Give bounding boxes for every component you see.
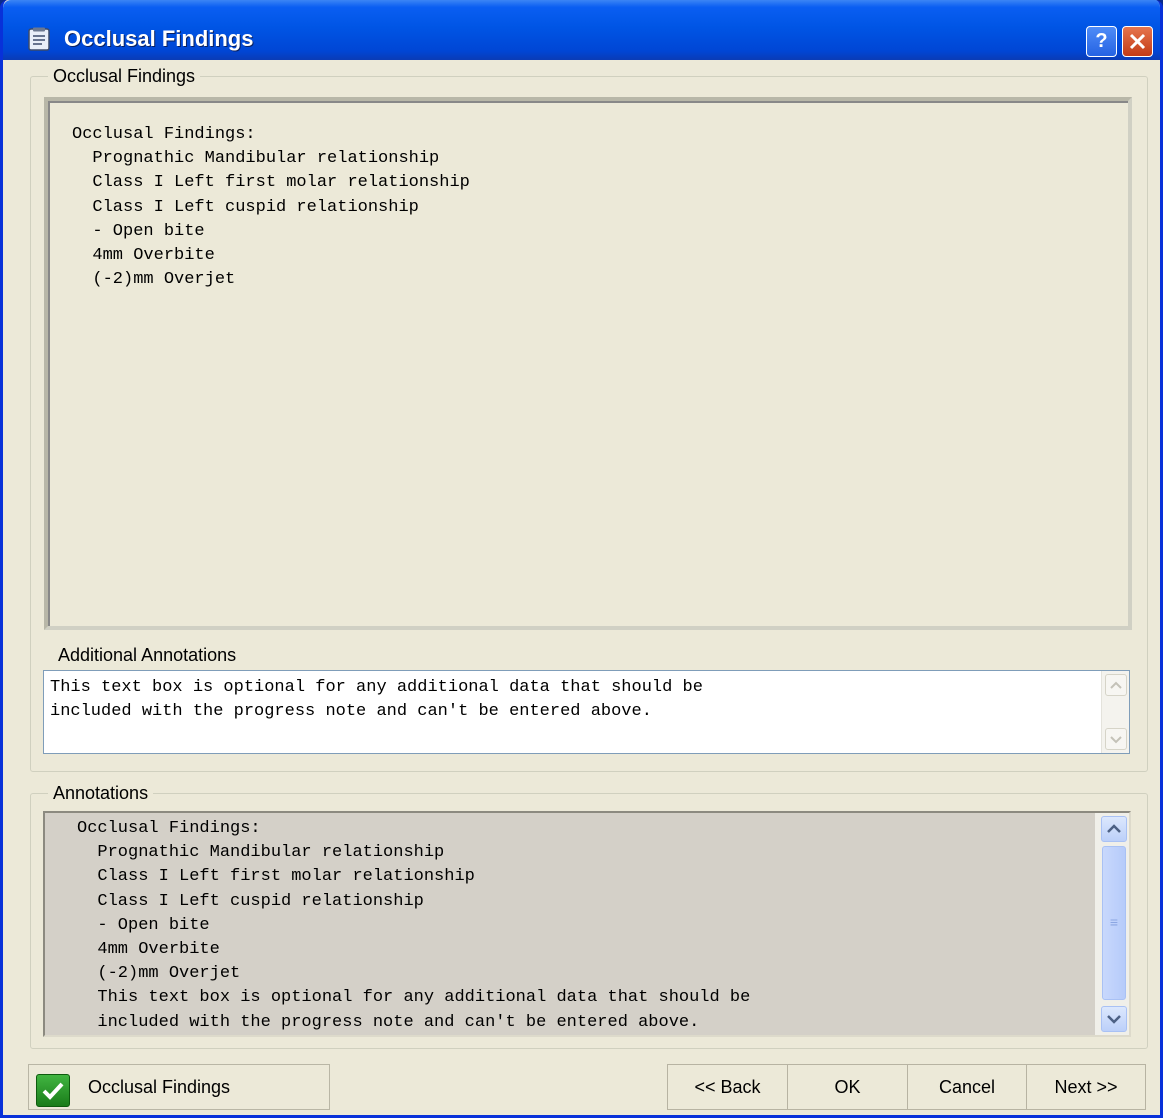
status-label: Occlusal Findings	[88, 1077, 231, 1097]
scroll-up-button[interactable]	[1105, 674, 1127, 696]
findings-line: Class I Left first molar relationship	[72, 173, 470, 193]
dialog-window: Occlusal Findings ? Occlusal Findings Oc…	[0, 0, 1163, 1118]
findings-line: 4mm Overbite	[72, 246, 215, 266]
help-button[interactable]: ?	[1086, 26, 1117, 57]
chevron-down-icon	[1110, 736, 1122, 744]
findings-line: Occlusal Findings:	[72, 125, 256, 144]
annotation-line: Class I Left first molar relationship	[77, 867, 475, 887]
additional-annotations-text[interactable]: This text box is optional for any additi…	[50, 676, 703, 724]
cancel-button[interactable]: Cancel	[907, 1064, 1027, 1110]
annotation-line: 4mm Overbite	[77, 940, 220, 960]
next-button[interactable]: Next >>	[1026, 1064, 1146, 1110]
back-button[interactable]: << Back	[667, 1064, 788, 1110]
findings-list: Occlusal Findings: Prognathic Mandibular…	[72, 123, 470, 292]
annotation-line: included with the progress note and can'…	[77, 1012, 700, 1032]
scroll-up-button[interactable]	[1101, 816, 1127, 842]
status-bar: Occlusal Findings << Back OK Cancel Next…	[3, 1056, 1160, 1115]
annotation-line: - Open bite	[77, 915, 210, 935]
chevron-down-icon	[1107, 1015, 1121, 1024]
annotations-legend: Annotations	[48, 783, 154, 804]
ok-button[interactable]: OK	[787, 1064, 908, 1110]
window-title: Occlusal Findings	[64, 26, 254, 51]
scrollbar-thumb[interactable]: ≡	[1102, 846, 1126, 1000]
annotations-list: Occlusal Findings: Prognathic Mandibular…	[77, 817, 750, 1035]
occlusal-findings-legend: Occlusal Findings	[48, 66, 201, 87]
annotations-display: Occlusal Findings: Prognathic Mandibular…	[43, 811, 1131, 1037]
scroll-down-button[interactable]	[1101, 1006, 1127, 1032]
checkmark-icon	[36, 1074, 70, 1107]
help-icon: ?	[1095, 30, 1108, 52]
textbox-scrollbar[interactable]	[1101, 671, 1129, 753]
chevron-up-icon	[1107, 824, 1121, 833]
close-button[interactable]	[1122, 26, 1153, 57]
annotation-line: Class I Left cuspid relationship	[77, 891, 424, 911]
clipboard-icon	[28, 27, 50, 51]
annotations-scrollbar[interactable]: ≡	[1095, 813, 1129, 1035]
findings-line: Prognathic Mandibular relationship	[72, 149, 440, 169]
annotation-line: Prognathic Mandibular relationship	[77, 843, 445, 863]
additional-annotations-textbox[interactable]: This text box is optional for any additi…	[43, 670, 1130, 754]
status-panel: Occlusal Findings	[28, 1064, 330, 1110]
chevron-up-icon	[1110, 681, 1122, 689]
occlusal-findings-display: Occlusal Findings: Prognathic Mandibular…	[44, 97, 1132, 630]
findings-line: - Open bite	[72, 221, 205, 241]
findings-line: (-2)mm Overjet	[72, 270, 236, 290]
additional-annotations-label: Additional Annotations	[58, 645, 237, 665]
findings-line: Class I Left cuspid relationship	[72, 197, 419, 217]
scroll-down-button[interactable]	[1105, 728, 1127, 750]
title-bar[interactable]: Occlusal Findings ?	[3, 0, 1160, 60]
close-icon	[1129, 33, 1146, 50]
annotation-line: This text box is optional for any additi…	[77, 988, 751, 1008]
annotation-line: Occlusal Findings:	[77, 819, 261, 838]
annotation-line: (-2)mm Overjet	[77, 964, 241, 984]
